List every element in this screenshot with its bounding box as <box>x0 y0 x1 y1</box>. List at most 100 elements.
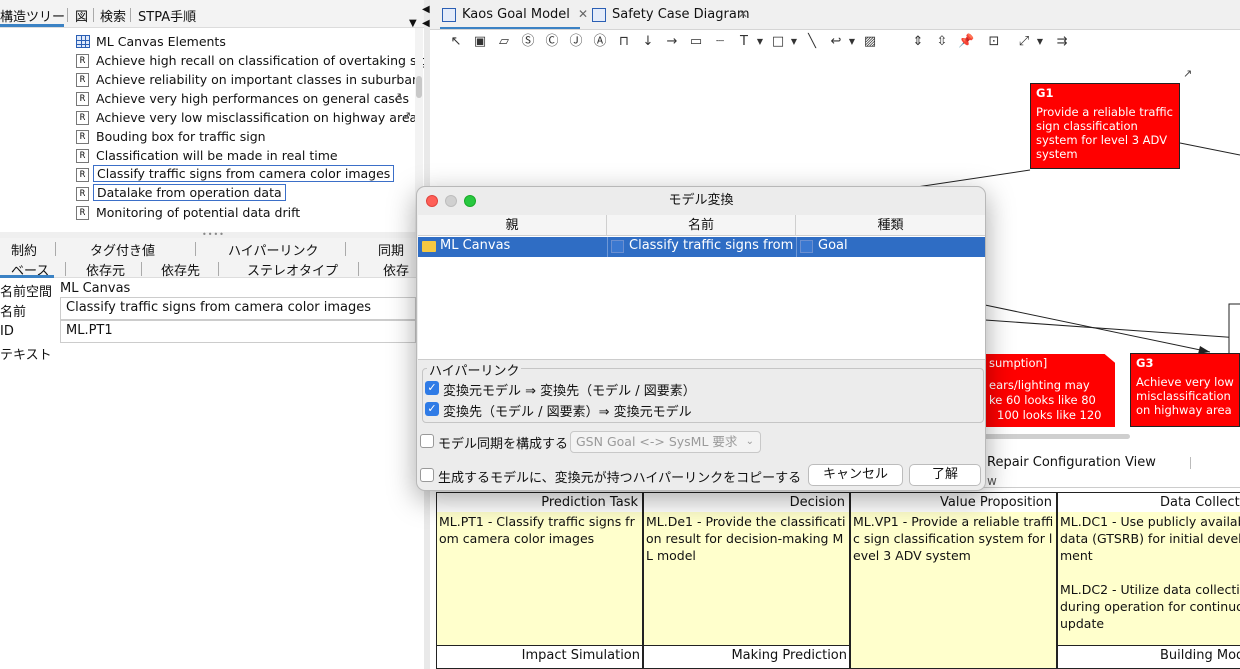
ml-canvas-cell-impact-simulation[interactable]: Impact Simulation <box>436 645 643 669</box>
text-tool-icon[interactable]: T <box>736 33 752 51</box>
close-window-button[interactable] <box>426 195 438 207</box>
namespace-value: ML Canvas <box>60 281 131 296</box>
image-tool-icon[interactable]: ▨ <box>862 33 878 51</box>
table-icon <box>76 35 90 48</box>
requirement-icon: R <box>76 54 89 68</box>
goal-node-g3[interactable]: G3 Achieve very low misclassification on… <box>1130 353 1240 427</box>
canvas-scrollbar[interactable] <box>980 434 1130 439</box>
chevron-left-icon[interactable]: ◀ <box>422 4 430 15</box>
tab-structure-tree[interactable]: 構造ツリー <box>0 6 65 25</box>
id-label: ID <box>0 324 14 339</box>
column-header-name[interactable]: 名前 <box>607 215 796 236</box>
curve-tool-icon[interactable]: ↩ <box>828 33 844 51</box>
copy-hyperlinks-label: 生成するモデルに、変換元が持つハイパーリンクをコピーする <box>438 471 802 486</box>
note-tool-icon[interactable]: ▭ <box>688 33 704 51</box>
justification-tool-icon[interactable]: Ⓙ <box>568 33 584 51</box>
module-tool-icon[interactable]: ⊓ <box>616 33 632 51</box>
tab-constraints[interactable]: 制約 <box>11 240 37 259</box>
column-header-parent[interactable]: 親 <box>418 215 607 236</box>
sync-type-select[interactable]: GSN Goal <-> SysML 要求 ⌄ <box>570 431 761 453</box>
tab-dependency[interactable]: 依存 <box>383 260 409 279</box>
chevron-down-icon[interactable]: ▼ <box>1032 33 1048 51</box>
ml-canvas-cell-prediction-task[interactable]: Prediction Task ML.PT1 - Classify traffi… <box>436 492 643 646</box>
line-tool-icon[interactable]: ╲ <box>804 33 820 51</box>
chevron-down-icon[interactable]: ▼ <box>752 33 768 51</box>
assumption-tool-icon[interactable]: Ⓐ <box>592 33 608 51</box>
active-tab-indicator <box>0 275 54 278</box>
tab-partial[interactable]: w <box>987 474 997 488</box>
name-label: 名前 <box>0 305 27 320</box>
pin-icon[interactable]: 📌 <box>958 33 974 51</box>
supported-by-tool-icon[interactable]: ↓ <box>640 33 656 51</box>
name-field[interactable]: Classify traffic signs from camera color… <box>60 297 416 320</box>
assumption-node[interactable]: sumption] ears/lighting may ke 60 looks … <box>985 354 1115 427</box>
column-header-kind[interactable]: 種類 <box>796 215 985 236</box>
hyperlink-backward-checkbox[interactable]: ✓ <box>425 402 439 416</box>
external-link-icon[interactable]: ↗ <box>1183 67 1192 80</box>
tab-stpa[interactable]: STPA手順 <box>138 6 196 25</box>
solution-tool-icon[interactable]: Ⓢ <box>520 33 536 51</box>
frame-icon[interactable]: ⊡ <box>986 33 1002 51</box>
ml-canvas-grid: Prediction Task ML.PT1 - Classify traffi… <box>436 492 1240 669</box>
tab-tagged-values[interactable]: タグ付き値 <box>90 240 155 259</box>
cancel-button[interactable]: キャンセル <box>808 464 903 486</box>
ok-button[interactable]: 了解 <box>909 464 981 486</box>
requirement-icon: R <box>76 73 89 87</box>
select-tool-icon[interactable]: ↖ <box>448 33 464 51</box>
rectangle-tool-icon[interactable]: □ <box>770 33 786 51</box>
distribute-icon[interactable]: ⇳ <box>934 33 950 51</box>
connector-icon[interactable]: ⤢ <box>1016 33 1032 51</box>
model-sync-checkbox[interactable] <box>420 434 434 448</box>
ml-canvas-cell-data-collection[interactable]: Data Collectio ML.DC1 - Use publicly ava… <box>1057 492 1240 646</box>
ml-canvas-cell-making-prediction[interactable]: Making Prediction <box>643 645 850 669</box>
align-vertical-icon[interactable]: ⇕ <box>910 33 926 51</box>
table-row[interactable]: ML Canvas Classify traffic signs from ..… <box>418 237 985 257</box>
external-link-icon[interactable]: ↗ <box>402 109 411 122</box>
ml-canvas-cell-value-proposition[interactable]: Value Proposition ML.VP1 - Provide a rel… <box>850 492 1057 669</box>
id-field[interactable]: ML.PT1 <box>60 320 416 343</box>
requirement-icon: R <box>76 168 89 182</box>
diagram-toolbar: ↖ ▣ ▱ Ⓢ Ⓒ Ⓙ Ⓐ ⊓ ↓ → ▭ ┈ T ▼ □ ▼ ╲ ↩ ▼ ▨ … <box>440 30 1240 54</box>
transform-table: 親 名前 種類 ML Canvas Classify traffic signs… <box>418 215 985 360</box>
active-tab-indicator <box>440 27 580 29</box>
hyperlink-group-title: ハイパーリンク <box>427 360 522 379</box>
zoom-window-button[interactable] <box>464 195 476 207</box>
namespace-label: 名前空間 <box>0 285 53 300</box>
tab-depends-from[interactable]: 依存元 <box>86 260 125 279</box>
strategy-tool-icon[interactable]: ▱ <box>496 33 512 51</box>
goal-node-g1[interactable]: G1 Provide a reliable traffic sign class… <box>1030 83 1180 169</box>
context-tool-icon[interactable]: Ⓒ <box>544 33 560 51</box>
tab-depends-to[interactable]: 依存先 <box>161 260 200 279</box>
properties-tab-row-2: ベース 依存元 依存先 ステレオタイプ 依存 <box>0 258 424 279</box>
tab-safety-case-diagram[interactable]: Safety Case Diagram ✕ <box>592 5 762 27</box>
tab-diagram[interactable]: 図 <box>75 6 88 25</box>
tab-stereotype[interactable]: ステレオタイプ <box>247 260 338 279</box>
close-icon[interactable]: ✕ <box>578 7 588 21</box>
dialog-title: モデル変換 <box>668 193 734 208</box>
row-kind: Goal <box>818 238 848 253</box>
ml-canvas-cell-decision[interactable]: Decision ML.De1 - Provide the classifica… <box>643 492 850 646</box>
diagram-icon <box>442 8 456 22</box>
minimize-window-button[interactable] <box>445 195 457 207</box>
in-context-tool-icon[interactable]: → <box>664 33 680 51</box>
goal-tool-icon[interactable]: ▣ <box>472 33 488 51</box>
tab-repair-configuration-view[interactable]: Repair Configuration View <box>987 455 1156 470</box>
editor-tab-bar: Kaos Goal Model ✕ Safety Case Diagram ✕ <box>430 0 1240 30</box>
layout-icon[interactable]: ⇉ <box>1054 33 1070 51</box>
tab-hyperlinks[interactable]: ハイパーリンク <box>228 240 318 259</box>
dashed-line-tool-icon[interactable]: ┈ <box>712 33 728 51</box>
external-link-icon[interactable]: ↗ <box>393 90 402 103</box>
hyperlink-backward-label: 変換先（モデル / 図要素）⇒ 変換元モデル <box>443 405 692 420</box>
close-icon[interactable]: ✕ <box>738 7 748 21</box>
chevron-down-icon[interactable]: ▼ <box>786 33 802 51</box>
chevron-left-icon[interactable]: ◀ <box>422 18 430 29</box>
copy-hyperlinks-checkbox[interactable] <box>420 468 434 482</box>
ml-canvas-cell-building-model[interactable]: Building Mode <box>1057 645 1240 669</box>
structure-tree: ML Canvas Elements R Achieve high recall… <box>0 28 424 228</box>
tab-sync[interactable]: 同期 <box>378 240 404 259</box>
tab-search[interactable]: 検索 <box>100 6 126 25</box>
tab-kaos-goal-model[interactable]: Kaos Goal Model ✕ <box>442 5 592 27</box>
requirement-icon: R <box>76 130 89 144</box>
hyperlink-forward-checkbox[interactable]: ✓ <box>425 381 439 395</box>
chevron-down-icon[interactable]: ▼ <box>844 33 860 51</box>
